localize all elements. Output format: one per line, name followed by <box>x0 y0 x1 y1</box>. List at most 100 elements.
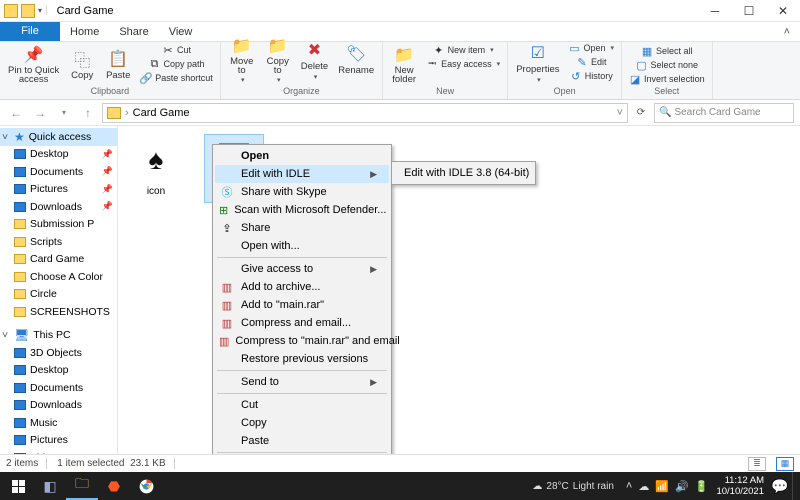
tray-chevron-icon[interactable]: ˄ <box>626 480 632 492</box>
view-details-button[interactable]: ≣ <box>748 457 766 471</box>
ctx-copy[interactable]: Copy <box>215 414 389 432</box>
nav-item[interactable]: 3D Objects <box>0 344 117 362</box>
nav-item[interactable]: Choose A Color <box>0 268 117 286</box>
paste-shortcut-button[interactable]: 🔗Paste shortcut <box>137 71 216 85</box>
nav-item[interactable]: Card Game <box>0 251 117 269</box>
rar-icon: ▥ <box>219 315 235 331</box>
ctx-add-mainrar[interactable]: ▥Add to "main.rar" <box>215 296 389 314</box>
wifi-icon[interactable]: 📶 <box>655 480 669 493</box>
maximize-button[interactable]: ☐ <box>732 0 766 22</box>
ctx-give-access[interactable]: Give access to▶ <box>215 260 389 278</box>
cut-button[interactable]: ✂Cut <box>137 43 216 57</box>
nav-item[interactable]: Music <box>0 414 117 432</box>
copy-button[interactable]: ⿻ Copy <box>65 43 99 86</box>
nav-up-button[interactable]: ↑ <box>78 103 98 123</box>
taskbar-explorer[interactable]: 🗀 <box>66 472 98 500</box>
show-desktop-button[interactable] <box>792 472 798 500</box>
ribbon-collapse-button[interactable]: ˄ <box>774 22 800 41</box>
search-input[interactable]: 🔍 Search Card Game <box>654 103 794 123</box>
ctx-cut[interactable]: Cut <box>215 396 389 414</box>
chrome-icon <box>139 479 154 494</box>
view-icons-button[interactable]: ▦ <box>776 457 794 471</box>
minimize-button[interactable]: ─ <box>698 0 732 22</box>
ctx-compress-mainrar-email[interactable]: ▥Compress to "main.rar" and email <box>215 332 389 350</box>
file-content-area[interactable]: ♠ icon main Open Edit with IDLE▶ ⓈShare … <box>118 126 800 454</box>
delete-button[interactable]: ✖Delete <box>297 34 332 86</box>
close-button[interactable]: ✕ <box>766 0 800 22</box>
ctx-share-skype[interactable]: ⓈShare with Skype <box>215 183 389 201</box>
ctx-add-archive[interactable]: ▥Add to archive... <box>215 278 389 296</box>
weather-widget[interactable]: ☁28°CLight rain <box>524 481 621 492</box>
history-icon: ↺ <box>570 70 582 82</box>
properties-button[interactable]: ☑Properties <box>512 41 563 86</box>
move-to-button[interactable]: 📁Move to <box>225 34 259 86</box>
nav-item[interactable]: Pictures📌 <box>0 181 117 199</box>
copy-path-button[interactable]: ⧉Copy path <box>137 57 216 71</box>
ctx-idle-38[interactable]: Edit with IDLE 3.8 (64-bit) <box>394 164 533 182</box>
ctx-share[interactable]: ⇪Share <box>215 219 389 237</box>
taskbar-chrome[interactable] <box>130 472 162 500</box>
ctx-open-with[interactable]: Open with... <box>215 237 389 255</box>
nav-item[interactable]: Desktop📌 <box>0 146 117 164</box>
rename-button[interactable]: 🏷Rename <box>334 34 378 86</box>
paste-button[interactable]: 📋 Paste <box>101 43 135 86</box>
qat-chevron-icon[interactable]: ▾ <box>38 6 42 15</box>
breadcrumb-item[interactable]: Card Game <box>133 107 190 119</box>
ctx-compress-email[interactable]: ▥Compress and email... <box>215 314 389 332</box>
battery-icon[interactable]: 🔋 <box>695 480 709 493</box>
nav-item[interactable]: Submission P <box>0 216 117 234</box>
nav-quick-access[interactable]: ˅★Quick access <box>0 128 117 146</box>
ctx-send-to[interactable]: Send to▶ <box>215 373 389 391</box>
folder-icon <box>14 254 26 264</box>
nav-item[interactable]: Documents <box>0 379 117 397</box>
invert-selection-button[interactable]: ◪Invert selection <box>626 72 708 86</box>
qat-icon[interactable] <box>21 4 35 18</box>
tab-file[interactable]: File <box>0 22 60 41</box>
taskbar-clock[interactable]: 11:12 AM 10/10/2021 <box>712 475 768 497</box>
nav-item[interactable]: Pictures <box>0 432 117 450</box>
taskbar-brave[interactable]: ⬣ <box>98 472 130 500</box>
nav-forward-button[interactable]: → <box>30 103 50 123</box>
easy-access-button[interactable]: ⭲Easy access <box>423 57 503 71</box>
breadcrumb[interactable]: › Card Game ˅ <box>102 103 628 123</box>
copy-icon: ⿻ <box>72 49 92 69</box>
file-icon[interactable]: ♠ icon <box>126 134 186 203</box>
system-tray[interactable]: ˄ ☁ 📶 🔊 🔋 <box>622 480 713 493</box>
nav-item[interactable]: Desktop <box>0 362 117 380</box>
refresh-button[interactable]: ⟳ <box>632 104 650 122</box>
tab-share[interactable]: Share <box>109 22 158 41</box>
nav-item[interactable]: Downloads📌 <box>0 198 117 216</box>
tab-home[interactable]: Home <box>60 22 109 41</box>
breadcrumb-dropdown-icon[interactable]: ˅ <box>617 107 623 119</box>
nav-item[interactable]: Scripts <box>0 233 117 251</box>
notifications-button[interactable]: 💬 <box>768 472 792 500</box>
start-button[interactable] <box>2 472 34 500</box>
history-button[interactable]: ↺History <box>566 69 618 83</box>
select-all-button[interactable]: ▦Select all <box>626 44 708 58</box>
nav-back-button[interactable]: ← <box>6 103 26 123</box>
select-none-button[interactable]: ▢Select none <box>626 58 708 72</box>
nav-item[interactable]: Downloads <box>0 397 117 415</box>
ctx-defender[interactable]: ⊞Scan with Microsoft Defender... <box>215 201 389 219</box>
nav-item[interactable]: Documents📌 <box>0 163 117 181</box>
open-button[interactable]: ▭Open <box>566 41 618 55</box>
onedrive-icon[interactable]: ☁ <box>638 480 649 493</box>
ctx-paste[interactable]: Paste <box>215 432 389 450</box>
ctx-open[interactable]: Open <box>215 147 389 165</box>
nav-item[interactable]: Circle <box>0 286 117 304</box>
new-folder-button[interactable]: 📁New folder <box>387 43 421 86</box>
volume-icon[interactable]: 🔊 <box>675 480 689 493</box>
pin-quick-access-button[interactable]: 📌 Pin to Quick access <box>4 43 63 86</box>
ctx-edit-idle[interactable]: Edit with IDLE▶ <box>215 165 389 183</box>
taskview-button[interactable]: ◧ <box>34 472 66 500</box>
nav-item[interactable]: SCREENSHOTS <box>0 303 117 321</box>
ctx-restore[interactable]: Restore previous versions <box>215 350 389 368</box>
copy-to-button[interactable]: 📁Copy to <box>261 34 295 86</box>
nav-recent-button[interactable]: ▾ <box>54 103 74 123</box>
rename-icon: 🏷 <box>346 44 366 64</box>
select-none-icon: ▢ <box>636 59 648 71</box>
tab-view[interactable]: View <box>159 22 203 41</box>
edit-button[interactable]: ✎Edit <box>566 55 618 69</box>
nav-pane[interactable]: ˅★Quick access Desktop📌Documents📌Picture… <box>0 126 118 454</box>
nav-this-pc[interactable]: ˅🖥This PC <box>0 327 117 345</box>
